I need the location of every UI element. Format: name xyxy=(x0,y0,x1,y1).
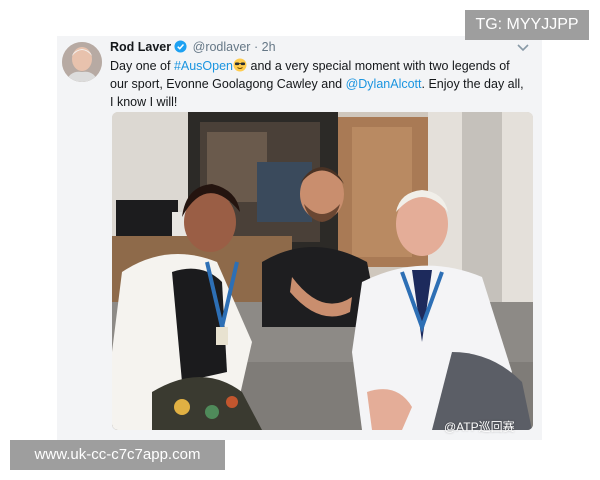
tweet-text-part-1: Day one of xyxy=(110,59,174,73)
chevron-down-icon[interactable] xyxy=(516,41,530,53)
tweet-time[interactable]: 2h xyxy=(262,40,276,54)
author-name[interactable]: Rod Laver xyxy=(110,40,171,54)
sunglasses-emoji-icon xyxy=(233,58,247,72)
meta-separator: · xyxy=(253,40,259,54)
author-handle[interactable]: @rodlaver xyxy=(193,40,251,54)
verified-badge-icon xyxy=(174,40,187,53)
hashtag-link[interactable]: #AusOpen xyxy=(174,59,233,73)
tweet-header: Rod Laver @rodlaver · 2h xyxy=(110,40,276,58)
tweet-text: Day one of #AusOpen and a very special m… xyxy=(110,57,530,111)
bottom-left-label: www.uk-cc-c7c7app.com xyxy=(10,440,225,470)
mention-link[interactable]: @DylanAlcott xyxy=(346,77,422,91)
photo-watermark: @ATP巡回赛 xyxy=(444,420,515,434)
author-avatar[interactable] xyxy=(62,42,102,82)
top-right-label: TG: MYYJJPP xyxy=(465,10,589,40)
tweet-photo[interactable] xyxy=(112,112,533,430)
